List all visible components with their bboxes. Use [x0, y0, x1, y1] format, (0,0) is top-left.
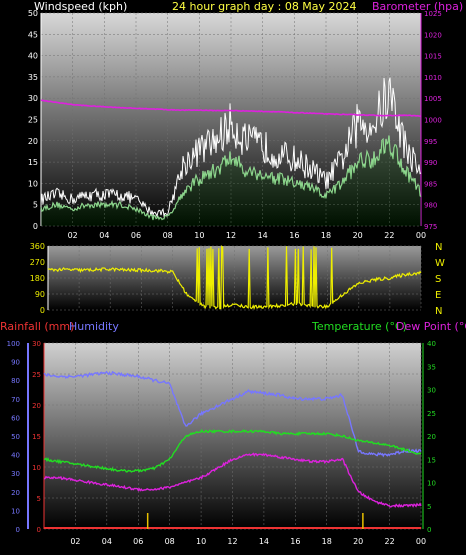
- barometer-tick-label: 1010: [424, 74, 442, 82]
- windspeed-tick-label: 10: [28, 179, 38, 188]
- wind-x-tick-label: 00: [416, 231, 426, 240]
- wind-x-tick-label: 18: [321, 231, 331, 240]
- barometer-tick-label: 1005: [424, 95, 442, 103]
- humidity-tick-label: 80: [11, 377, 20, 385]
- barometer-tick-label: 980: [424, 202, 437, 210]
- rainfall-tick-label: 25: [32, 371, 41, 379]
- humidity-tick-label: 60: [11, 414, 20, 422]
- compass-label: E: [435, 290, 441, 301]
- rainfall-tick-label: 20: [32, 402, 41, 410]
- humidity-tick-label: 90: [11, 359, 20, 367]
- wind-x-tick-label: 16: [289, 231, 299, 240]
- temp-x-tick-label: 06: [133, 537, 143, 546]
- direction-tick-label: 180: [30, 274, 45, 283]
- humidity-tick-label: 50: [11, 433, 20, 441]
- wind-x-tick-label: 20: [353, 231, 363, 240]
- temperature-tick-label: 30: [427, 387, 436, 395]
- temperature-tick-label: 25: [427, 410, 436, 418]
- windspeed-tick-label: 5: [33, 201, 38, 210]
- wind-x-tick-label: 08: [163, 231, 173, 240]
- temp-x-tick-label: 02: [70, 537, 80, 546]
- temp-x-tick-label: 20: [353, 537, 363, 546]
- compass-label: S: [435, 274, 441, 285]
- direction-tick-label: 0: [40, 306, 45, 315]
- barometer-tick-label: 1020: [424, 31, 442, 39]
- temp-x-tick-label: 04: [102, 537, 112, 546]
- humidity-tick-label: 40: [11, 452, 20, 460]
- rainfall-tick-label: 15: [32, 433, 41, 441]
- humidity-tick-label: 100: [7, 340, 20, 348]
- rainfall-tick-label: 10: [32, 464, 41, 472]
- windspeed-tick-label: 0: [33, 222, 38, 231]
- wind-x-tick-label: 10: [194, 231, 204, 240]
- humidity-tick-label: 30: [11, 470, 20, 478]
- charts-svg: 0510152025303540455097598098599099510001…: [7, 9, 445, 546]
- temp-x-tick-label: 16: [290, 537, 300, 546]
- wind-x-tick-label: 04: [99, 231, 109, 240]
- direction-tick-label: 90: [35, 290, 45, 299]
- humidity-tick-label: 20: [11, 489, 20, 497]
- rainfall-tick-label: 30: [32, 340, 41, 348]
- temp-x-tick-label: 08: [165, 537, 175, 546]
- windspeed-tick-label: 30: [28, 94, 38, 103]
- weather-graph: Windspeed (kph) 24 hour graph day : 08 M…: [0, 0, 466, 555]
- windspeed-tick-label: 40: [28, 52, 38, 61]
- direction-tick-label: 360: [30, 242, 45, 251]
- barometer-tick-label: 1025: [424, 10, 442, 18]
- humidity-tick-label: 10: [11, 507, 20, 515]
- temp-x-tick-label: 12: [227, 537, 237, 546]
- wind-x-tick-label: 22: [384, 231, 394, 240]
- windspeed-tick-label: 45: [28, 30, 38, 39]
- temp-x-tick-label: 18: [322, 537, 332, 546]
- compass-label: N: [435, 242, 442, 253]
- temperature-tick-label: 40: [427, 340, 436, 348]
- barometer-tick-label: 985: [424, 180, 437, 188]
- temperature-tick-label: 35: [427, 363, 436, 371]
- temp-x-tick-label: 14: [259, 537, 269, 546]
- barometer-tick-label: 990: [424, 159, 437, 167]
- wind-x-tick-label: 12: [226, 231, 236, 240]
- wind-x-tick-label: 02: [68, 231, 78, 240]
- windspeed-tick-label: 25: [28, 116, 38, 125]
- temperature-tick-label: 10: [427, 480, 436, 488]
- wind-x-tick-label: 06: [131, 231, 141, 240]
- windspeed-tick-label: 50: [28, 9, 38, 18]
- barometer-tick-label: 1000: [424, 117, 442, 125]
- barometer-tick-label: 995: [424, 138, 437, 146]
- barometer-tick-label: 1015: [424, 53, 442, 61]
- barometer-tick-label: 975: [424, 223, 437, 231]
- temp-x-tick-label: 10: [196, 537, 206, 546]
- windspeed-tick-label: 20: [28, 137, 38, 146]
- temp-x-tick-label: 00: [416, 537, 426, 546]
- wind-x-tick-label: 14: [258, 231, 268, 240]
- rainfall-tick-label: 5: [37, 495, 41, 503]
- temp-x-tick-label: 22: [384, 537, 394, 546]
- compass-label: N: [435, 306, 442, 317]
- direction-tick-label: 270: [30, 258, 45, 267]
- humidity-tick-label: 70: [11, 396, 20, 404]
- rainfall-tick-label: 0: [37, 526, 41, 534]
- temperature-tick-label: 5: [427, 503, 431, 511]
- windspeed-tick-label: 15: [28, 158, 38, 167]
- temperature-tick-label: 20: [427, 433, 436, 441]
- windspeed-tick-label: 35: [28, 73, 38, 82]
- temperature-tick-label: 15: [427, 456, 436, 464]
- temperature-tick-label: 0: [427, 526, 431, 534]
- compass-label: W: [435, 258, 445, 269]
- humidity-tick-label: 0: [16, 526, 20, 534]
